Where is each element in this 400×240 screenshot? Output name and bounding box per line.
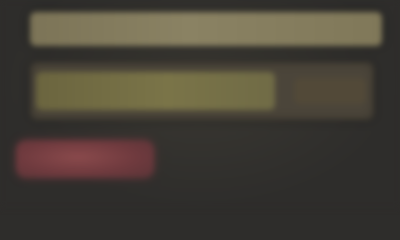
- top-bar[interactable]: [30, 12, 382, 46]
- progress-panel: [30, 62, 374, 120]
- action-button[interactable]: [16, 140, 154, 178]
- blurred-window: [0, 0, 400, 208]
- progress-fill: [36, 72, 275, 110]
- progress-remainder: [294, 78, 366, 104]
